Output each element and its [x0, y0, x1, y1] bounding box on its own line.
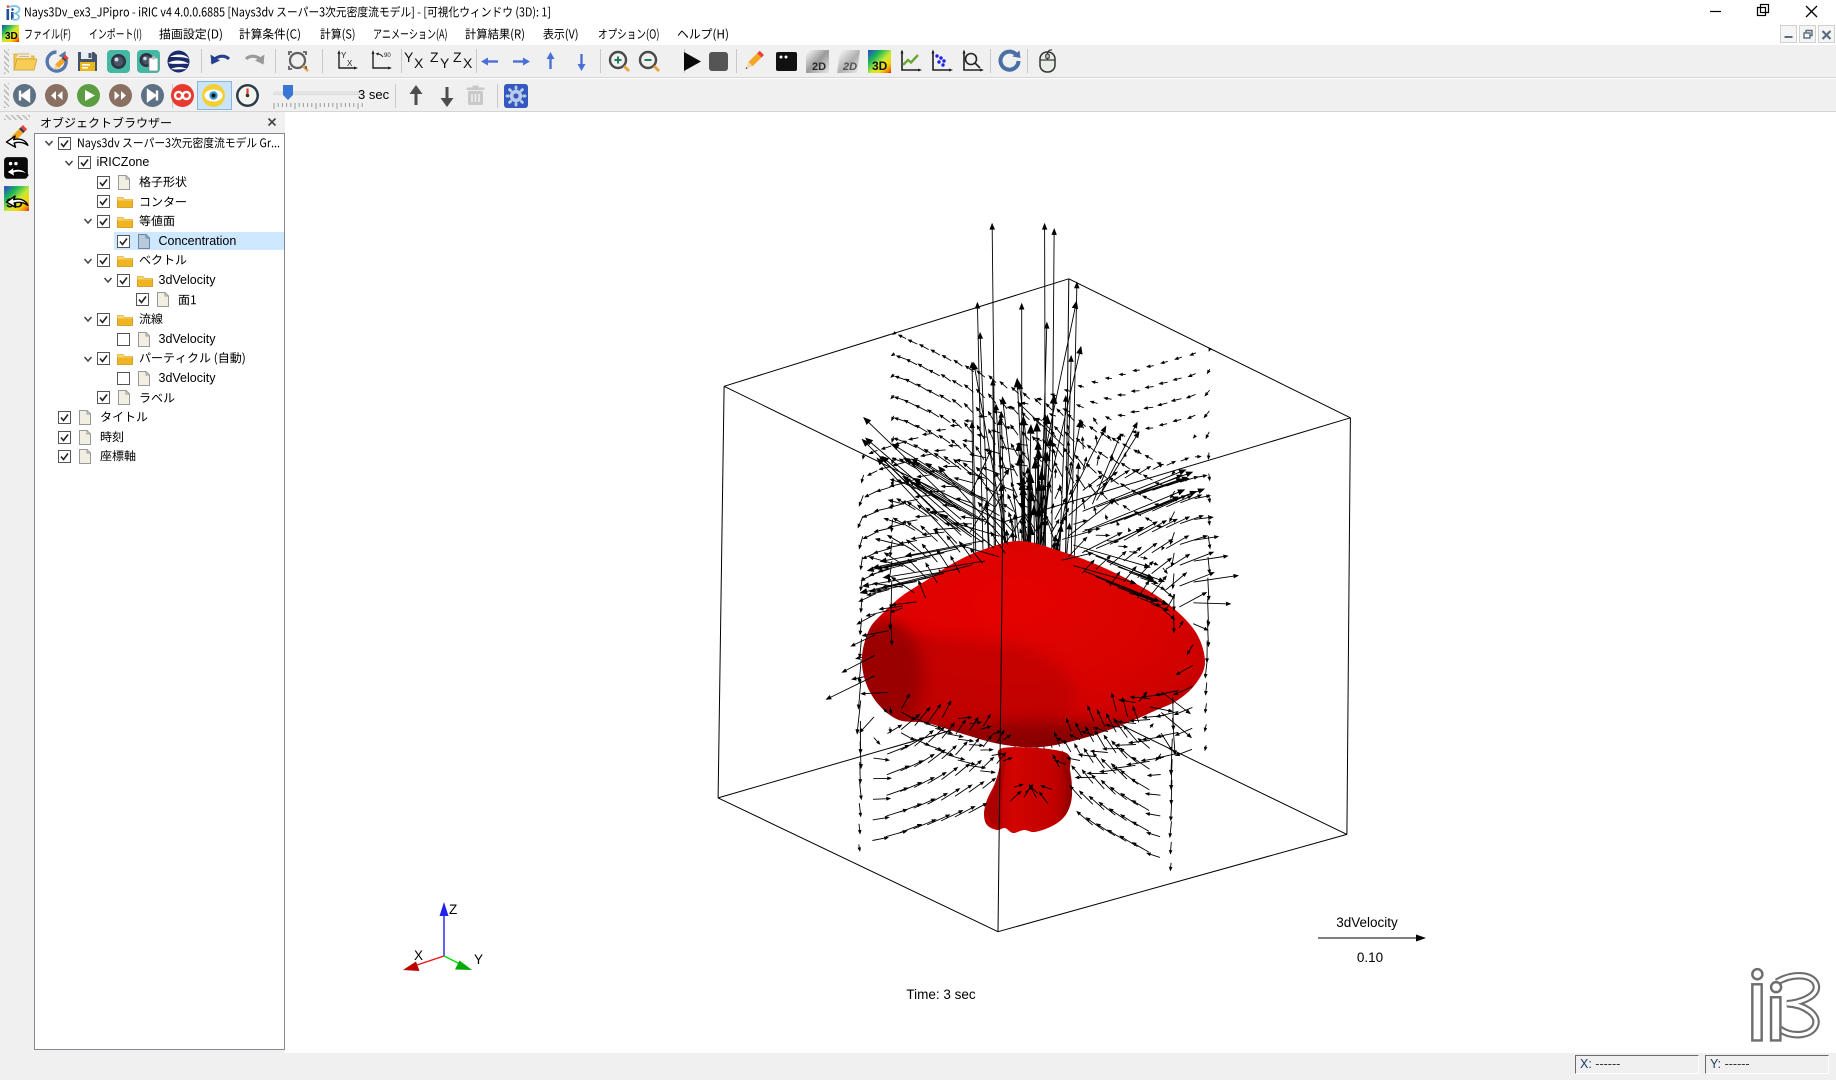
svg-text:Z: Z — [430, 49, 439, 65]
svg-text:X: X — [347, 59, 353, 68]
svg-text:Z: Z — [449, 902, 457, 917]
svg-text:X: X — [414, 948, 423, 963]
svg-text:Time: 3 sec: Time: 3 sec — [906, 987, 976, 1002]
svg-text:Y: Y — [404, 49, 414, 65]
svg-text:2D: 2D — [812, 61, 826, 73]
svg-text:3D: 3D — [872, 59, 888, 73]
svg-text:X: X — [463, 55, 473, 71]
svg-text:Y: Y — [474, 952, 483, 967]
svg-text:X: X — [414, 55, 424, 71]
svg-text:Y: Y — [440, 55, 450, 71]
svg-text:Z: Z — [453, 49, 462, 65]
svg-text:3dVelocity: 3dVelocity — [1336, 915, 1398, 930]
svg-text:90: 90 — [384, 53, 391, 59]
svg-text:2D: 2D — [842, 61, 857, 73]
svg-text:0.10: 0.10 — [1357, 950, 1383, 965]
svg-text:3D: 3D — [5, 31, 18, 42]
